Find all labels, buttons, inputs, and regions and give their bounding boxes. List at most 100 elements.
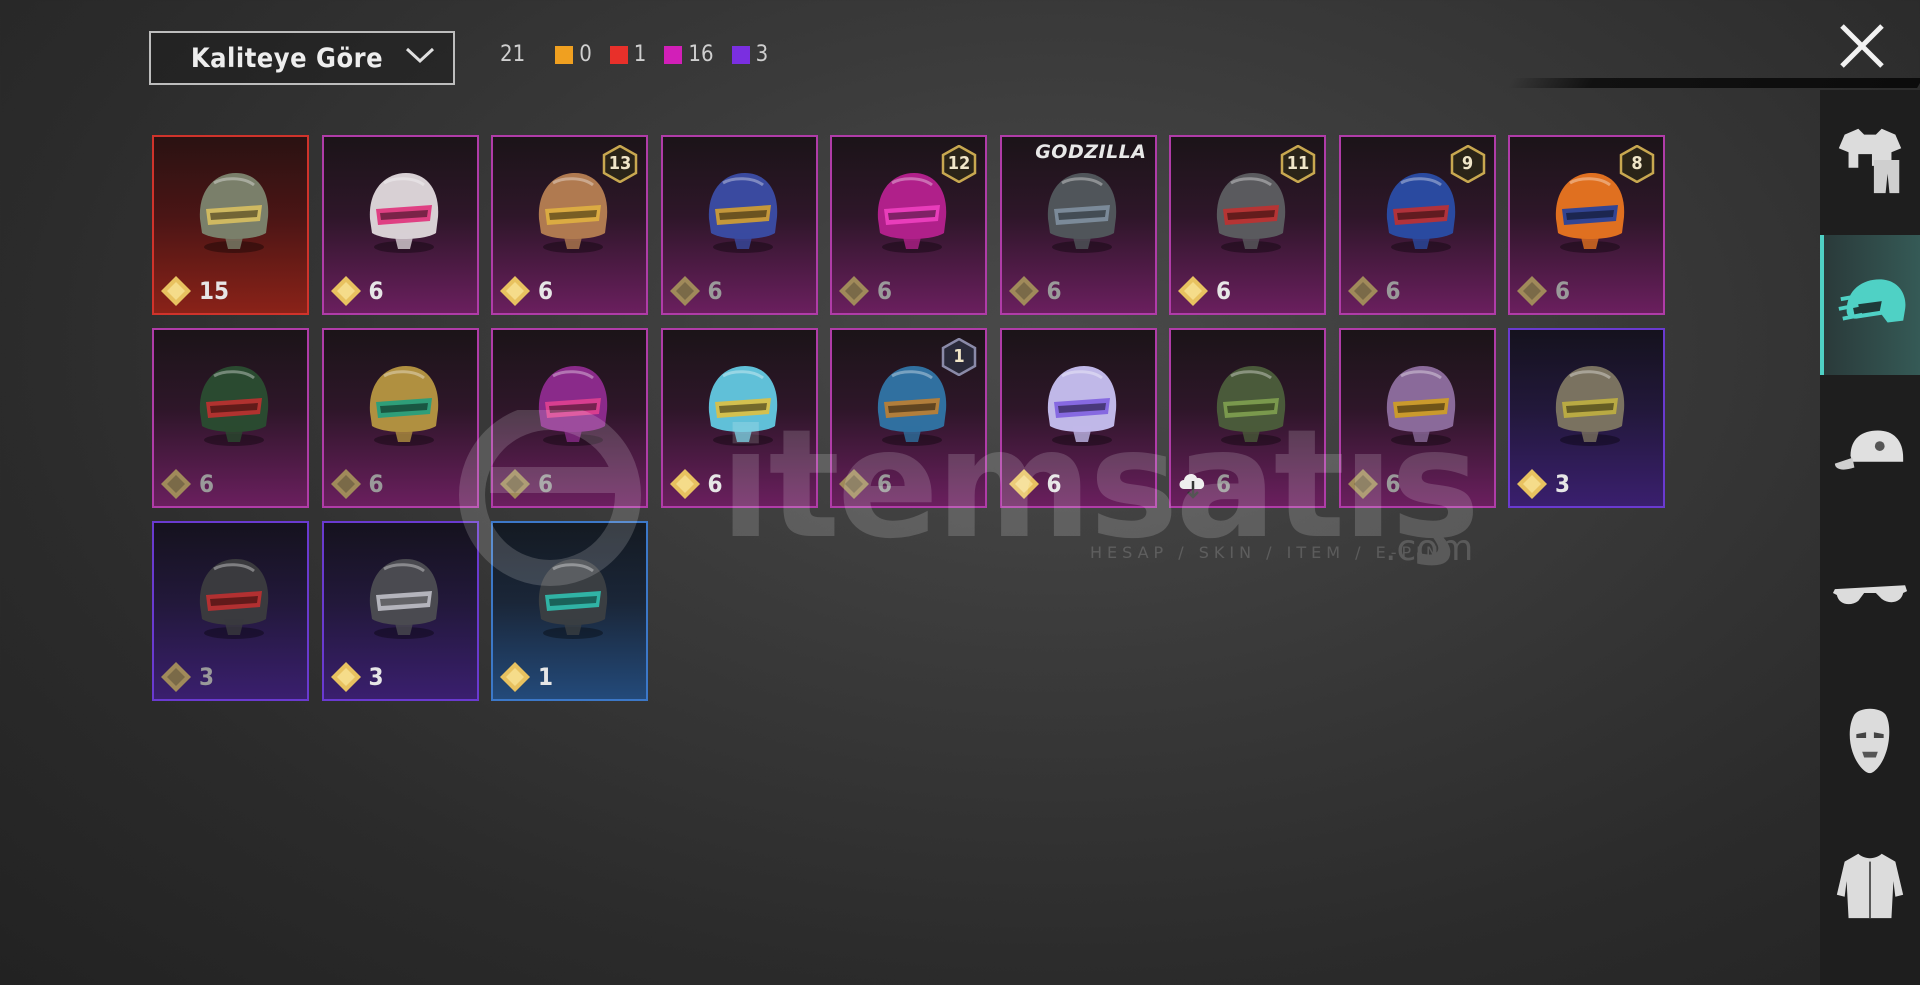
helmet-image (708, 173, 777, 253)
helmet-item-card[interactable]: 6 (321, 135, 479, 315)
helmet-item-card[interactable]: 6 12 (830, 135, 987, 315)
helmet-item-card[interactable]: 6 11 (1169, 135, 1326, 315)
helmet-item-card[interactable]: 6 (491, 328, 648, 508)
helmet-item-card[interactable]: 6 13 (491, 135, 648, 315)
item-count: 3 (1555, 470, 1571, 498)
quality-counts: 21 0 1 16 3 (500, 42, 786, 67)
coin-icon (1347, 469, 1378, 499)
sort-dropdown-label: Kaliteye Göre (190, 42, 384, 74)
quality-count-value: 0 (579, 42, 592, 67)
item-grid: 15 6 6 13 6 6 12 6 GODZILLA 6 11 6 9 6 8 6 6 6 6 6 1 6 6 6 3 3 3 1 (152, 135, 1665, 701)
quality-count-value: 16 (688, 42, 714, 67)
tab-glasses[interactable] (1820, 525, 1920, 665)
category-sidebar (1820, 90, 1920, 985)
item-count: 6 (368, 470, 384, 498)
helmet-item-card[interactable]: 6 (321, 328, 479, 508)
tab-jacket[interactable] (1820, 815, 1920, 955)
gold-coin-icon (1008, 469, 1039, 499)
item-count: 3 (199, 663, 215, 691)
gold-coin-icon (330, 662, 361, 692)
helmet-item-card[interactable]: 3 (152, 521, 309, 701)
quality-count-item: 16 (664, 42, 714, 67)
gold-coin-icon (161, 276, 191, 306)
item-count: 3 (368, 663, 384, 691)
helmet-item-card[interactable]: 6 (660, 135, 818, 315)
quality-count-value: 3 (755, 42, 769, 67)
helmet-image (538, 366, 608, 446)
gold-coin-icon (500, 662, 530, 692)
quality-count-item: 0 (555, 42, 592, 67)
item-count: 6 (707, 470, 723, 498)
helmet-item-card[interactable]: 6 (152, 328, 309, 508)
sort-dropdown[interactable]: Kaliteye Göre (149, 31, 455, 85)
helmet-image (369, 559, 438, 639)
tab-hat[interactable] (1820, 380, 1920, 520)
item-count: 6 (1216, 470, 1232, 498)
item-count: 6 (1216, 277, 1232, 305)
level-badge-number: 8 (1631, 153, 1643, 174)
item-count: 6 (877, 277, 893, 305)
helmet-item-card[interactable]: 6 GODZILLA (999, 135, 1157, 315)
item-count: 6 (707, 277, 723, 305)
level-badge-number: 1 (953, 346, 965, 367)
helmet-image (708, 366, 777, 446)
coin-icon (1517, 276, 1547, 306)
level-badge-number: 9 (1461, 153, 1474, 174)
helmet-item-card[interactable]: 68 (1508, 135, 1665, 315)
quality-swatch (731, 45, 750, 64)
quality-count-item: 1 (609, 42, 647, 67)
gold-coin-icon (1517, 469, 1547, 499)
header-decoration (1507, 78, 1920, 88)
cap-icon (1834, 430, 1904, 470)
helmet-icon (1838, 279, 1906, 323)
tab-helmet[interactable] (1820, 235, 1920, 375)
helmet-image (1555, 366, 1625, 446)
mask-icon (1849, 708, 1890, 774)
helmet-item-card[interactable]: 15 (152, 135, 309, 315)
item-count: 6 (877, 470, 893, 498)
level-badge-number: 13 (608, 153, 632, 174)
tab-outfit[interactable] (1820, 90, 1920, 230)
close-icon[interactable] (1838, 22, 1886, 70)
coin-icon (1008, 276, 1039, 306)
gold-coin-icon (1178, 276, 1208, 306)
helmet-item-card[interactable]: 6 (1338, 328, 1496, 508)
item-count: 1 (538, 663, 554, 691)
helmet-item-card[interactable]: 69 (1338, 135, 1496, 315)
jacket-icon (1836, 853, 1904, 919)
helmet-item-card[interactable]: 1 (491, 521, 648, 701)
gold-coin-icon (330, 276, 361, 306)
coin-icon (839, 276, 869, 306)
item-count: 6 (1385, 470, 1401, 498)
brand-tag: GODZILLA (1035, 141, 1147, 163)
helmet-image (199, 559, 269, 639)
helmet-image (1216, 366, 1286, 446)
chevron-down-icon (405, 47, 435, 64)
quality-count-value: 1 (633, 42, 647, 67)
gold-coin-icon (500, 276, 530, 306)
helmet-item-card[interactable]: 3 (1508, 328, 1665, 508)
coin-icon (839, 469, 869, 499)
quality-swatch (664, 45, 683, 64)
coin-icon (1347, 276, 1378, 306)
helmet-item-card[interactable]: 6 (660, 328, 818, 508)
helmet-image (369, 366, 438, 446)
item-count: 6 (538, 277, 554, 305)
level-badge-number: 12 (947, 153, 971, 174)
helmet-image (1386, 366, 1455, 446)
item-count: 6 (1046, 277, 1062, 305)
item-count: 6 (199, 470, 215, 498)
coin-icon (161, 662, 191, 692)
helmet-item-card[interactable]: 61 (830, 328, 987, 508)
helmet-item-card[interactable]: 6 (999, 328, 1157, 508)
item-count: 6 (1555, 277, 1571, 305)
item-count: 6 (1046, 470, 1062, 498)
coin-icon (500, 469, 530, 499)
helmet-image (538, 559, 608, 639)
helmet-item-card[interactable]: 3 (321, 521, 479, 701)
quality-swatch (555, 45, 574, 64)
helmet-item-card[interactable]: 6 (1169, 328, 1326, 508)
level-badge-number: 11 (1286, 153, 1310, 174)
tab-mask[interactable] (1820, 670, 1920, 810)
helmet-image (369, 173, 438, 253)
